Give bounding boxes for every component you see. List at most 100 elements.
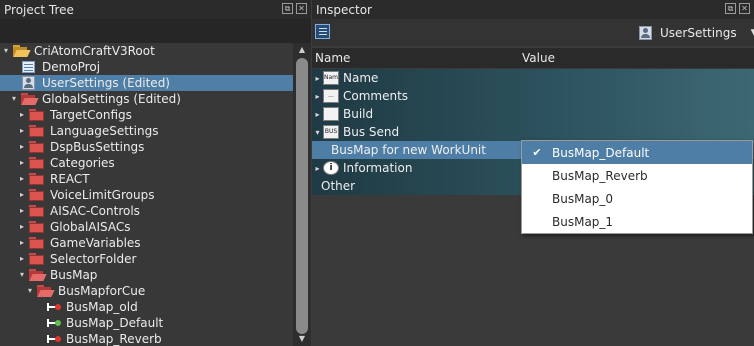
- tree-item[interactable]: ▸ SelectorFolder: [0, 251, 293, 267]
- project-tree-scrollbar[interactable]: ▲ ▼: [293, 43, 311, 346]
- collapse-icon[interactable]: ▾: [17, 267, 27, 283]
- inspector-target-select[interactable]: UserSettings ▼: [638, 23, 754, 42]
- float-icon[interactable]: ⧉: [725, 3, 736, 14]
- property-group-icon: Name: [323, 71, 339, 85]
- property-group-icon: [323, 107, 339, 121]
- check-icon: ✔: [532, 146, 542, 159]
- project-tree-titlebar: Project Tree ⧉ ✕: [0, 0, 311, 19]
- close-icon[interactable]: ✕: [296, 3, 307, 14]
- folder-open-icon: [13, 44, 31, 58]
- busmap-dropdown-list[interactable]: ✔ BusMap_Default BusMap_Reverb BusMap_0 BusM…: [521, 140, 753, 234]
- expand-icon[interactable]: ▸: [17, 123, 27, 139]
- inspector-column-header: Name Value: [312, 48, 754, 68]
- float-icon[interactable]: ⧉: [282, 3, 293, 14]
- tree-item[interactable]: ▸ VoiceLimitGroups: [0, 187, 293, 203]
- collapse-icon[interactable]: ▾: [25, 283, 35, 299]
- property-label: Build: [343, 107, 374, 121]
- folder-open-icon: [21, 92, 39, 106]
- tree-item-label: Categories: [50, 156, 115, 170]
- tree-item-label: BusMap_Default: [66, 316, 164, 330]
- expand-icon[interactable]: ▸: [17, 203, 27, 219]
- tree-item[interactable]: BusMap_old: [0, 299, 293, 315]
- tree-item-label: LanguageSettings: [50, 124, 159, 138]
- tree-item-label: GlobalSettings (Edited): [42, 92, 181, 106]
- collapse-icon[interactable]: ▾: [9, 91, 19, 107]
- tree-item-label: BusMap_Reverb: [66, 332, 162, 346]
- expand-icon[interactable]: ▸: [17, 251, 27, 267]
- user-settings-icon: [21, 76, 37, 90]
- tree-item[interactable]: DemoProj: [0, 59, 293, 75]
- property-row[interactable]: ▾ BUS Bus Send: [312, 123, 754, 141]
- dropdown-option-label: BusMap_Default: [552, 145, 650, 160]
- tree-item[interactable]: ▾ BusMapforCue: [0, 283, 293, 299]
- expand-icon[interactable]: ▸: [17, 171, 27, 187]
- tree-item[interactable]: ▸ REACT: [0, 171, 293, 187]
- expand-icon[interactable]: ▸: [17, 187, 27, 203]
- busmap-icon: [45, 300, 61, 314]
- scroll-down-icon[interactable]: ▼: [293, 332, 311, 346]
- property-label: Bus Send: [343, 125, 400, 139]
- inspector-title: Inspector: [316, 2, 372, 17]
- expand-icon[interactable]: ▸: [312, 110, 323, 119]
- folder-icon: [29, 108, 45, 122]
- tree-item[interactable]: ▸ Categories: [0, 155, 293, 171]
- property-label: BusMap for new WorkUnit: [331, 143, 486, 157]
- tree-item[interactable]: ▸ DspBusSettings: [0, 139, 293, 155]
- dropdown-option[interactable]: ✔ BusMap_Default: [522, 141, 752, 164]
- tree-item-label: CriAtomCraftV3Root: [34, 44, 155, 58]
- expand-icon[interactable]: ▸: [17, 155, 27, 171]
- property-label: Comments: [343, 89, 409, 103]
- tree-item[interactable]: ▸ LanguageSettings: [0, 123, 293, 139]
- property-row[interactable]: ▸NameName: [312, 69, 754, 87]
- property-group-icon: ...: [323, 89, 339, 103]
- tree-item-label: GameVariables: [50, 236, 141, 250]
- tree-item[interactable]: ▸ AISAC-Controls: [0, 203, 293, 219]
- tree-item-label: UserSettings (Edited): [42, 76, 170, 90]
- folder-icon: [29, 156, 45, 170]
- expand-icon[interactable]: ▸: [17, 107, 27, 123]
- tree-item[interactable]: ▾ CriAtomCraftV3Root: [0, 43, 293, 59]
- dropdown-option[interactable]: BusMap_Reverb: [522, 164, 752, 187]
- tree-item[interactable]: ▸ TargetConfigs: [0, 107, 293, 123]
- project-tree-title: Project Tree: [4, 2, 74, 17]
- scroll-thumb[interactable]: [296, 58, 308, 334]
- list-view-icon[interactable]: [315, 24, 330, 39]
- tree-item[interactable]: ▾ GlobalSettings (Edited): [0, 91, 293, 107]
- expand-icon[interactable]: ▸: [17, 139, 27, 155]
- dropdown-option[interactable]: BusMap_1: [522, 210, 752, 233]
- chevron-down-icon[interactable]: ▼: [751, 28, 754, 38]
- dropdown-option[interactable]: BusMap_0: [522, 187, 752, 210]
- tree-item[interactable]: BusMap_Default: [0, 315, 293, 331]
- expand-icon[interactable]: ▸: [17, 219, 27, 235]
- inspector-titlebar: Inspector ⧉ ✕: [312, 0, 754, 19]
- scroll-up-icon[interactable]: ▲: [293, 43, 311, 57]
- tree-item[interactable]: ▸ GlobalAISACs: [0, 219, 293, 235]
- expand-icon[interactable]: ▸: [312, 92, 323, 101]
- collapse-icon[interactable]: ▾: [1, 43, 11, 59]
- project-tree-list: ▾ CriAtomCraftV3Root DemoProj UserSettings …: [0, 43, 293, 346]
- tree-item[interactable]: ▸ GameVariables: [0, 235, 293, 251]
- property-row[interactable]: ▸ Build: [312, 105, 754, 123]
- tree-item-label: BusMap_old: [66, 300, 138, 314]
- tree-item[interactable]: BusMap_Reverb: [0, 331, 293, 346]
- tree-item[interactable]: UserSettings (Edited): [0, 75, 293, 91]
- close-icon[interactable]: ✕: [739, 3, 750, 14]
- expand-icon[interactable]: ▸: [312, 74, 323, 83]
- folder-open-icon: [29, 268, 47, 282]
- tree-item[interactable]: ▾ BusMap: [0, 267, 293, 283]
- dropdown-option-label: BusMap_0: [552, 191, 614, 206]
- expand-icon[interactable]: ▸: [312, 164, 323, 173]
- project-tree-panel: Project Tree ⧉ ✕ ▾ CriAtomCraftV3Root Demo…: [0, 0, 311, 346]
- collapse-icon[interactable]: ▾: [312, 128, 323, 137]
- property-group-icon: BUS: [323, 125, 339, 139]
- expand-icon[interactable]: ▸: [17, 235, 27, 251]
- tree-item-label: REACT: [50, 172, 90, 186]
- tree-item-label: BusMap: [50, 268, 98, 282]
- tree-item-label: GlobalAISACs: [50, 220, 131, 234]
- property-row[interactable]: ▸... Comments: [312, 87, 754, 105]
- folder-icon: [29, 124, 45, 138]
